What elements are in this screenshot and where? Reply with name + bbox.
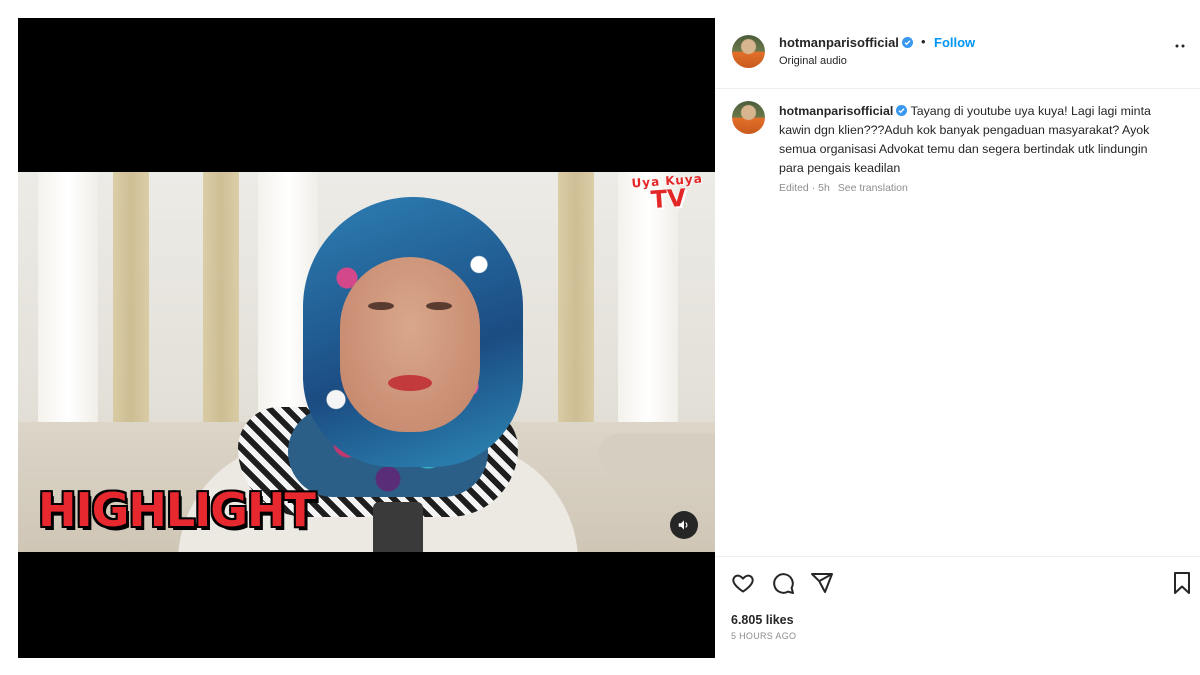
post-media[interactable]: Uya Kuya TV HIGHLIGHT: [18, 18, 715, 658]
bookmark-icon[interactable]: [1170, 571, 1194, 595]
see-translation-link[interactable]: See translation: [838, 182, 908, 194]
speaker-icon: [678, 520, 688, 530]
person-eye: [426, 302, 452, 310]
separator-dot: •: [921, 34, 926, 49]
comment-icon[interactable]: [771, 571, 795, 595]
edited-time: Edited · 5h: [779, 182, 830, 194]
avatar[interactable]: [732, 35, 765, 68]
avatar[interactable]: [732, 101, 765, 134]
likes-count[interactable]: 6.805 likes: [731, 613, 794, 627]
video-player[interactable]: Uya Kuya TV HIGHLIGHT: [18, 172, 715, 552]
microphone: [373, 502, 423, 552]
send-icon[interactable]: [810, 571, 834, 595]
more-horizontal-icon[interactable]: [1170, 40, 1190, 52]
post-author[interactable]: hotmanparisofficial: [779, 35, 913, 50]
person-face: [340, 257, 480, 432]
curtain-background: [558, 172, 594, 432]
mute-toggle-button[interactable]: [670, 511, 698, 539]
post-details-panel: hotmanparisofficial • Follow Original au…: [715, 18, 1200, 658]
post-timestamp[interactable]: 5 HOURS AGO: [731, 631, 796, 641]
divider: [715, 88, 1200, 89]
verified-badge-icon: [896, 105, 908, 116]
verified-badge-icon: [901, 37, 913, 48]
post-caption: hotmanparisofficial Tayang di youtube uy…: [779, 102, 1171, 178]
highlight-overlay-text: HIGHLIGHT: [38, 483, 316, 537]
curtain-background: [203, 172, 239, 432]
curtain-background: [113, 172, 149, 432]
curtain-background: [38, 172, 98, 442]
audio-label[interactable]: Original audio: [779, 55, 847, 67]
caption-username[interactable]: hotmanparisofficial: [779, 104, 893, 118]
caption-meta: Edited · 5h See translation: [779, 182, 908, 194]
follow-button[interactable]: Follow: [934, 35, 975, 50]
sofa-arm: [598, 434, 715, 474]
person-eye: [368, 302, 394, 310]
username-link[interactable]: hotmanparisofficial: [779, 35, 899, 50]
channel-logo: Uya Kuya TV: [627, 172, 709, 214]
person-mouth: [388, 375, 432, 391]
heart-icon[interactable]: [731, 571, 755, 595]
divider: [715, 556, 1200, 557]
